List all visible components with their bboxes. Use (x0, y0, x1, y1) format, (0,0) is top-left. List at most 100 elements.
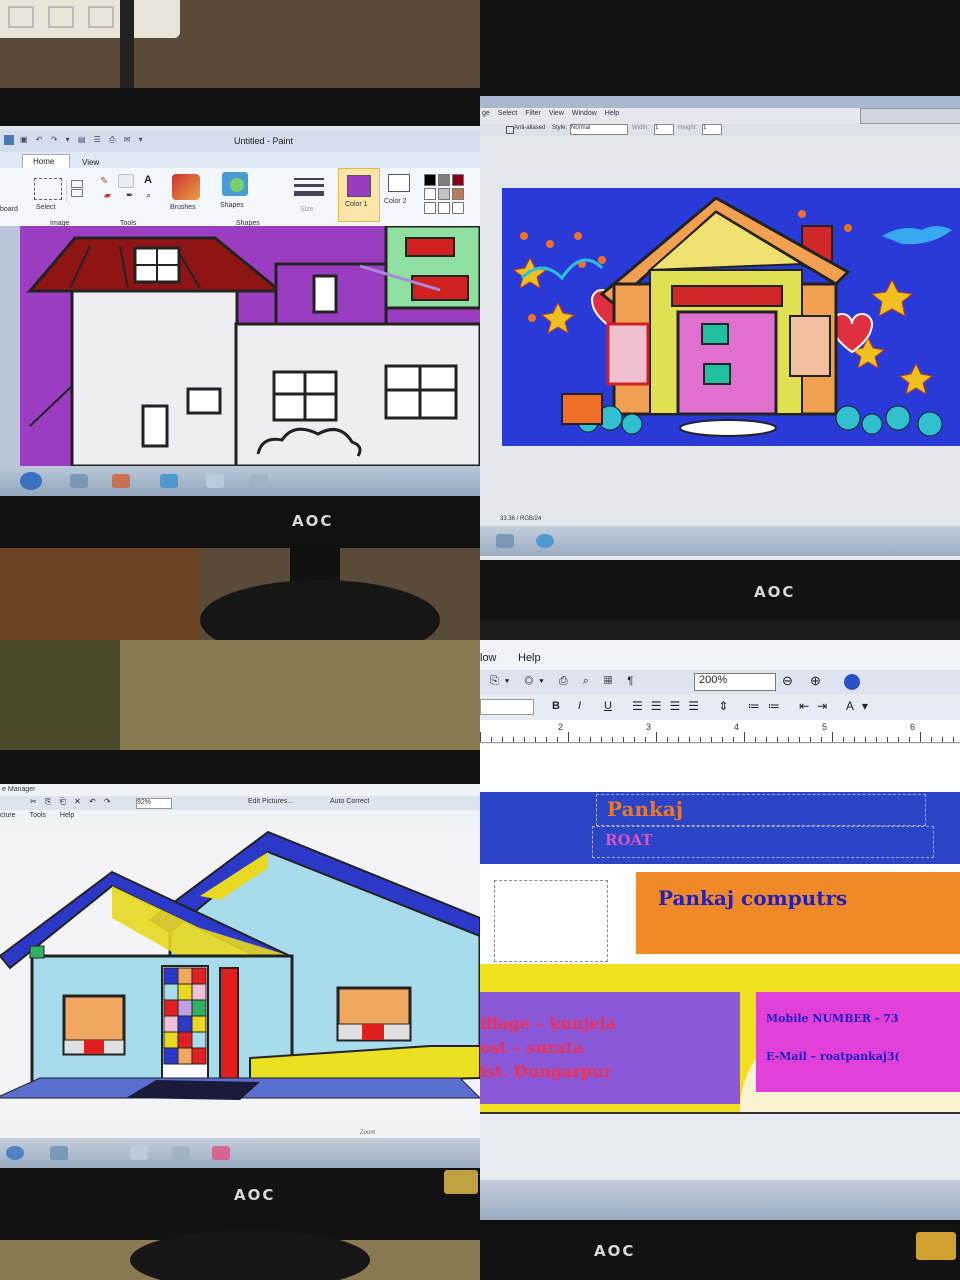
address-line: illage – kunjela (480, 1014, 616, 1033)
ruler-tick (667, 737, 668, 742)
browser-taskbar-icon[interactable] (160, 474, 178, 488)
ruler-tick (623, 737, 624, 742)
shapes-icon[interactable] (222, 172, 248, 196)
media-taskbar-icon[interactable] (112, 474, 130, 488)
size-icon[interactable] (294, 174, 324, 200)
italic-button[interactable]: I (578, 700, 581, 712)
width-input[interactable]: 1 (654, 124, 674, 135)
auto-correct-button[interactable]: Auto Correct (330, 798, 369, 805)
address-box[interactable]: illage – kunjela ost – surata ist. Dunga… (480, 992, 740, 1104)
underline-button[interactable]: U (604, 700, 612, 712)
palette-swatch[interactable] (438, 188, 450, 200)
anti-alias-checkbox[interactable] (506, 126, 514, 134)
brushes-label: Brushes (170, 204, 196, 211)
name-textbox[interactable]: Pankaj (596, 794, 926, 826)
power-sticker (444, 1170, 478, 1194)
paint-screen: ▣ ↶ ↷ ▾ ▤ ☰ ⎙ ✉ ▾ Untitled - Paint Home … (0, 126, 480, 496)
ruler-tick (590, 737, 591, 742)
contact-box[interactable]: Mobile NUMBER - 73 E-Mail – roatpankaj3( (756, 992, 960, 1092)
ruler-tick (579, 737, 580, 742)
ruler-tick (876, 737, 877, 742)
brand-logo: AOC (234, 1186, 276, 1204)
palette-swatch[interactable] (424, 188, 436, 200)
color-picker-icon[interactable]: ✒ (126, 190, 134, 201)
magnifier-icon[interactable]: ⌕ (146, 190, 151, 201)
menu-window[interactable]: low (480, 652, 497, 664)
status-zoom-label: Zoom (360, 1130, 376, 1136)
ruler-tick (953, 737, 954, 742)
house-artwork[interactable] (502, 188, 960, 446)
toolbar-icons[interactable]: ✂ ⎘ ⎗ ✕ ↶ ↷ (30, 797, 114, 807)
height-input[interactable]: 1 (702, 124, 722, 135)
palette-swatch[interactable] (452, 188, 464, 200)
color-palette[interactable] (420, 170, 480, 214)
explorer-taskbar-icon[interactable] (70, 474, 88, 488)
app2-taskbar-icon[interactable] (172, 1146, 190, 1160)
search-box[interactable] (860, 108, 960, 124)
palette-swatch[interactable] (438, 174, 450, 186)
zoom-in-icon[interactable]: ⊕ (810, 673, 821, 689)
paint-canvas[interactable] (0, 226, 480, 466)
standard-toolbar: ⎘▾ ◎▾ ⎙ ⌕ ▦ ¶ 200% ⊖ ⊕ (480, 670, 960, 694)
image-tools[interactable] (66, 180, 85, 202)
palette-swatch[interactable] (424, 202, 436, 214)
fill-icon[interactable] (118, 174, 134, 188)
menu-help[interactable]: Help (60, 812, 74, 819)
brushes-icon[interactable] (172, 174, 200, 200)
window-title: e Manager (2, 786, 36, 793)
logo-placeholder[interactable] (494, 880, 608, 962)
tab-home[interactable]: Home (22, 154, 70, 169)
menu-image[interactable]: ge (482, 110, 490, 117)
picture-manager-taskbar-icon[interactable] (212, 1146, 230, 1160)
pencil-icon[interactable]: ✎ (100, 176, 108, 187)
zoom-select[interactable]: 200% (694, 673, 776, 691)
brand-logo: AOC (292, 512, 334, 530)
house-artwork[interactable] (0, 828, 480, 1120)
zoom-out-icon[interactable]: ⊖ (782, 673, 793, 689)
document-page: Pankaj ROAT Pankaj computrs illage – kun… (480, 744, 960, 1114)
palette-swatch[interactable] (438, 202, 450, 214)
color2-button[interactable]: Color 2 (384, 172, 414, 216)
surname-textbox[interactable]: ROAT (592, 826, 934, 858)
menu-tools[interactable]: Tools (30, 812, 46, 819)
ruler-tick (546, 737, 547, 742)
ruler-tick (535, 737, 536, 742)
eraser-icon[interactable]: ▰ (104, 190, 111, 201)
menu-select[interactable]: Select (498, 110, 517, 117)
edit-pictures-button[interactable]: Edit Pictures... (248, 798, 293, 805)
paint-taskbar-icon[interactable] (250, 474, 268, 488)
zoom-select[interactable]: 92% (136, 798, 172, 809)
app-icon (4, 135, 14, 145)
alignment-buttons[interactable]: ☰☰☰☰ ⇕ ≔≔ ⇤⇥ A▾ (632, 699, 876, 713)
palette-swatch[interactable] (452, 202, 464, 214)
explorer-taskbar-icon[interactable] (50, 1146, 68, 1160)
font-size-select[interactable] (480, 699, 534, 715)
menu-help[interactable]: Help (605, 110, 619, 117)
palette-swatch[interactable] (452, 174, 464, 186)
color1-swatch (347, 175, 371, 197)
quick-access-icons[interactable]: ▣ ↶ ↷ ▾ ▤ ☰ ⎙ ✉ ▾ (20, 135, 146, 145)
bold-button[interactable]: B (552, 700, 560, 712)
text-icon[interactable]: A (144, 174, 152, 186)
palette-swatch[interactable] (424, 174, 436, 186)
menu-help[interactable]: Help (518, 652, 541, 664)
app-taskbar-icon[interactable] (130, 1146, 148, 1160)
menu-window[interactable]: Window (572, 110, 597, 117)
menu-picture[interactable]: cture (0, 812, 16, 819)
select-icon[interactable] (34, 178, 62, 200)
browser-taskbar-icon[interactable] (536, 534, 554, 548)
tab-view[interactable]: View (82, 158, 99, 167)
status-bar-text: 33.36 / RGB/24 (500, 516, 542, 522)
color1-button[interactable]: Color 1 (338, 168, 380, 222)
style-select[interactable]: Normal (570, 124, 628, 135)
app-taskbar-icon[interactable] (206, 474, 224, 488)
banner-box[interactable]: Pankaj computrs (636, 872, 960, 954)
toolbar-icons[interactable]: ⎘▾ ◎▾ ⎙ ⌕ ▦ ¶ (490, 675, 639, 688)
start-button[interactable] (20, 472, 42, 490)
menu-view[interactable]: View (549, 110, 564, 117)
explorer-taskbar-icon[interactable] (496, 534, 514, 548)
start-button[interactable] (6, 1146, 24, 1160)
help-icon[interactable] (844, 674, 860, 690)
menu-filter[interactable]: Filter (525, 110, 541, 117)
ruler-tick (568, 732, 569, 742)
